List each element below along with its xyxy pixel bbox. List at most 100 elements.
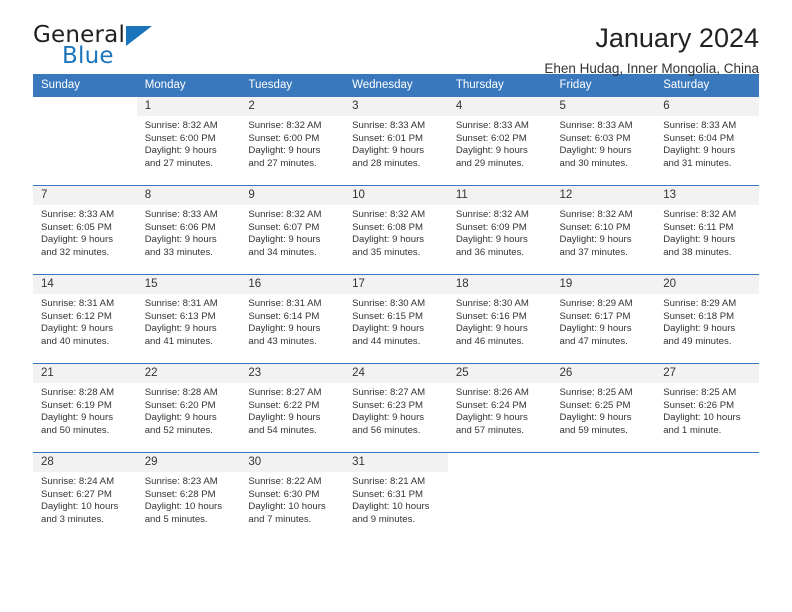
calendar-day-cell[interactable]: 27 Sunrise: 8:25 AM Sunset: 6:26 PM Dayligh…: [655, 363, 759, 453]
calendar-day-cell-empty: [33, 97, 137, 186]
day-number: 27: [655, 364, 759, 383]
sunset-text: Sunset: 6:06 PM: [144, 221, 216, 233]
calendar-day-cell[interactable]: 26 Sunrise: 8:25 AM Sunset: 6:25 PM Dayligh…: [551, 363, 656, 453]
day-details: Sunrise: 8:21 AM Sunset: 6:31 PM Daylight:…: [344, 472, 448, 526]
calendar-day-cell[interactable]: 3 Sunrise: 8:33 AM Sunset: 6:01 PM Daylight…: [344, 97, 448, 186]
daylight-text-line1: Daylight: 9 hours: [41, 412, 113, 424]
day-number: 17: [344, 275, 448, 294]
sunrise-text: Sunrise: 8:29 AM: [663, 298, 737, 309]
weekday-header-tuesday: Tuesday: [240, 74, 345, 97]
calendar-day-cell[interactable]: 28 Sunrise: 8:24 AM Sunset: 6:27 PM Dayligh…: [33, 452, 137, 541]
calendar-day-cell[interactable]: 6 Sunrise: 8:33 AM Sunset: 6:04 PM Daylight…: [655, 97, 759, 186]
sunrise-text: Sunrise: 8:32 AM: [248, 120, 322, 131]
daylight-text-line1: Daylight: 10 hours: [352, 501, 430, 513]
page-subtitle: Ehen Hudag, Inner Mongolia, China: [544, 61, 759, 77]
sunrise-text: Sunrise: 8:31 AM: [41, 298, 115, 309]
daylight-text-line1: Daylight: 9 hours: [144, 145, 217, 157]
daylight-text-line2: and 32 minutes.: [41, 246, 110, 258]
sunrise-text: Sunrise: 8:21 AM: [352, 476, 426, 487]
sunrise-text: Sunrise: 8:32 AM: [144, 120, 218, 131]
daylight-text-line1: Daylight: 9 hours: [663, 234, 736, 246]
daylight-text-line2: and 40 minutes.: [41, 335, 110, 347]
calendar-day-cell[interactable]: 10 Sunrise: 8:32 AM Sunset: 6:08 PM Dayligh…: [344, 185, 448, 275]
day-number: 14: [33, 275, 137, 294]
daylight-text-line1: Daylight: 9 hours: [248, 234, 321, 246]
calendar-day-cell[interactable]: 12 Sunrise: 8:32 AM Sunset: 6:10 PM Dayligh…: [551, 185, 656, 275]
day-details: Sunrise: 8:32 AM Sunset: 6:07 PM Daylight:…: [240, 205, 344, 259]
daylight-text-line1: Daylight: 10 hours: [41, 501, 119, 513]
calendar-day-cell[interactable]: 16 Sunrise: 8:31 AM Sunset: 6:14 PM Dayligh…: [240, 274, 345, 364]
calendar-day-cell[interactable]: 14 Sunrise: 8:31 AM Sunset: 6:12 PM Dayligh…: [33, 274, 137, 364]
calendar-day-cell[interactable]: 23 Sunrise: 8:27 AM Sunset: 6:22 PM Dayligh…: [240, 363, 345, 453]
calendar-day-cell[interactable]: 22 Sunrise: 8:28 AM Sunset: 6:20 PM Dayligh…: [136, 363, 241, 453]
sunset-text: Sunset: 6:20 PM: [144, 399, 216, 411]
weekday-header-wednesday: Wednesday: [344, 74, 448, 97]
calendar-day-cell[interactable]: 9 Sunrise: 8:32 AM Sunset: 6:07 PM Daylight…: [240, 185, 345, 275]
calendar-day-cell[interactable]: 19 Sunrise: 8:29 AM Sunset: 6:17 PM Dayligh…: [551, 274, 656, 364]
daylight-text-line2: and 43 minutes.: [248, 335, 317, 347]
calendar-table: Sunday Monday Tuesday Wednesday Thursday Frid…: [33, 74, 759, 541]
calendar-day-cell[interactable]: 17 Sunrise: 8:30 AM Sunset: 6:15 PM Dayligh…: [344, 274, 448, 364]
daylight-text-line2: and 37 minutes.: [559, 246, 628, 258]
daylight-text-line2: and 41 minutes.: [144, 335, 213, 347]
sunrise-text: Sunrise: 8:31 AM: [144, 298, 218, 309]
day-details: Sunrise: 8:32 AM Sunset: 6:00 PM Daylight:…: [137, 116, 241, 170]
sunset-text: Sunset: 6:24 PM: [455, 399, 527, 411]
daylight-text-line1: Daylight: 9 hours: [352, 234, 425, 246]
daylight-text-line1: Daylight: 9 hours: [663, 323, 736, 335]
calendar-day-cell[interactable]: 11 Sunrise: 8:32 AM Sunset: 6:09 PM Dayligh…: [447, 185, 552, 275]
daylight-text-line2: and 59 minutes.: [559, 424, 628, 436]
sunset-text: Sunset: 6:10 PM: [559, 221, 631, 233]
sunrise-text: Sunrise: 8:31 AM: [248, 298, 322, 309]
daylight-text-line2: and 9 minutes.: [352, 513, 416, 525]
calendar-day-cell[interactable]: 4 Sunrise: 8:33 AM Sunset: 6:02 PM Daylight…: [447, 97, 552, 186]
calendar-week-row: 1 Sunrise: 8:32 AM Sunset: 6:00 PM Daylight…: [33, 97, 759, 186]
calendar-day-cell[interactable]: 1 Sunrise: 8:32 AM Sunset: 6:00 PM Daylight…: [136, 97, 241, 186]
calendar-day-cell[interactable]: 24 Sunrise: 8:27 AM Sunset: 6:23 PM Dayligh…: [344, 363, 448, 453]
calendar-day-cell[interactable]: 13 Sunrise: 8:32 AM Sunset: 6:11 PM Dayligh…: [655, 185, 759, 275]
sunrise-text: Sunrise: 8:33 AM: [559, 120, 633, 131]
sunset-text: Sunset: 6:17 PM: [559, 310, 631, 322]
day-details: Sunrise: 8:32 AM Sunset: 6:00 PM Daylight:…: [240, 116, 344, 170]
calendar-day-cell[interactable]: 20 Sunrise: 8:29 AM Sunset: 6:18 PM Dayligh…: [655, 274, 759, 364]
sunrise-text: Sunrise: 8:33 AM: [41, 209, 115, 220]
daylight-text-line1: Daylight: 9 hours: [455, 145, 528, 157]
daylight-text-line1: Daylight: 9 hours: [559, 234, 632, 246]
calendar-day-cell[interactable]: 5 Sunrise: 8:33 AM Sunset: 6:03 PM Daylight…: [551, 97, 656, 186]
calendar-day-cell[interactable]: 2 Sunrise: 8:32 AM Sunset: 6:00 PM Daylight…: [240, 97, 345, 186]
daylight-text-line2: and 38 minutes.: [663, 246, 732, 258]
calendar-day-cell[interactable]: 31 Sunrise: 8:21 AM Sunset: 6:31 PM Dayligh…: [344, 452, 448, 541]
sunrise-text: Sunrise: 8:22 AM: [248, 476, 322, 487]
sunrise-text: Sunrise: 8:32 AM: [248, 209, 322, 220]
calendar-page: General Blue January 2024 Ehen Hudag, In…: [0, 0, 792, 612]
calendar-day-cell[interactable]: 25 Sunrise: 8:26 AM Sunset: 6:24 PM Dayligh…: [447, 363, 552, 453]
day-details: Sunrise: 8:24 AM Sunset: 6:27 PM Daylight:…: [33, 472, 137, 526]
daylight-text-line2: and 54 minutes.: [248, 424, 317, 436]
calendar-day-cell[interactable]: 30 Sunrise: 8:22 AM Sunset: 6:30 PM Dayligh…: [240, 452, 345, 541]
daylight-text-line1: Daylight: 9 hours: [352, 412, 425, 424]
calendar-day-cell-empty: [447, 452, 552, 541]
calendar-day-cell[interactable]: 7 Sunrise: 8:33 AM Sunset: 6:05 PM Daylight…: [33, 185, 137, 275]
calendar-day-cell[interactable]: 15 Sunrise: 8:31 AM Sunset: 6:13 PM Dayligh…: [136, 274, 241, 364]
daylight-text-line2: and 29 minutes.: [455, 157, 525, 169]
daylight-text-line1: Daylight: 10 hours: [248, 501, 326, 513]
sunset-text: Sunset: 6:02 PM: [455, 132, 527, 144]
sunrise-text: Sunrise: 8:33 AM: [455, 120, 529, 131]
daylight-text-line2: and 47 minutes.: [559, 335, 628, 347]
sunset-text: Sunset: 6:05 PM: [41, 221, 112, 233]
day-details: Sunrise: 8:33 AM Sunset: 6:05 PM Daylight:…: [33, 205, 137, 259]
sunrise-text: Sunrise: 8:23 AM: [144, 476, 218, 487]
calendar-day-cell[interactable]: 8 Sunrise: 8:33 AM Sunset: 6:06 PM Daylight…: [136, 185, 241, 275]
weekday-header-friday: Friday: [551, 74, 656, 97]
day-number: 9: [240, 186, 345, 205]
day-details: Sunrise: 8:29 AM Sunset: 6:18 PM Daylight:…: [655, 294, 759, 348]
calendar-day-cell[interactable]: 21 Sunrise: 8:28 AM Sunset: 6:19 PM Dayligh…: [33, 363, 137, 453]
daylight-text-line1: Daylight: 9 hours: [559, 412, 632, 424]
daylight-text-line2: and 31 minutes.: [663, 157, 732, 169]
calendar-day-cell[interactable]: 29 Sunrise: 8:23 AM Sunset: 6:28 PM Dayligh…: [136, 452, 241, 541]
day-number: 15: [136, 275, 241, 294]
sunset-text: Sunset: 6:09 PM: [455, 221, 527, 233]
daylight-text-line1: Daylight: 9 hours: [352, 323, 425, 335]
calendar-day-cell[interactable]: 18 Sunrise: 8:30 AM Sunset: 6:16 PM Dayligh…: [447, 274, 552, 364]
daylight-text-line1: Daylight: 10 hours: [663, 412, 741, 424]
